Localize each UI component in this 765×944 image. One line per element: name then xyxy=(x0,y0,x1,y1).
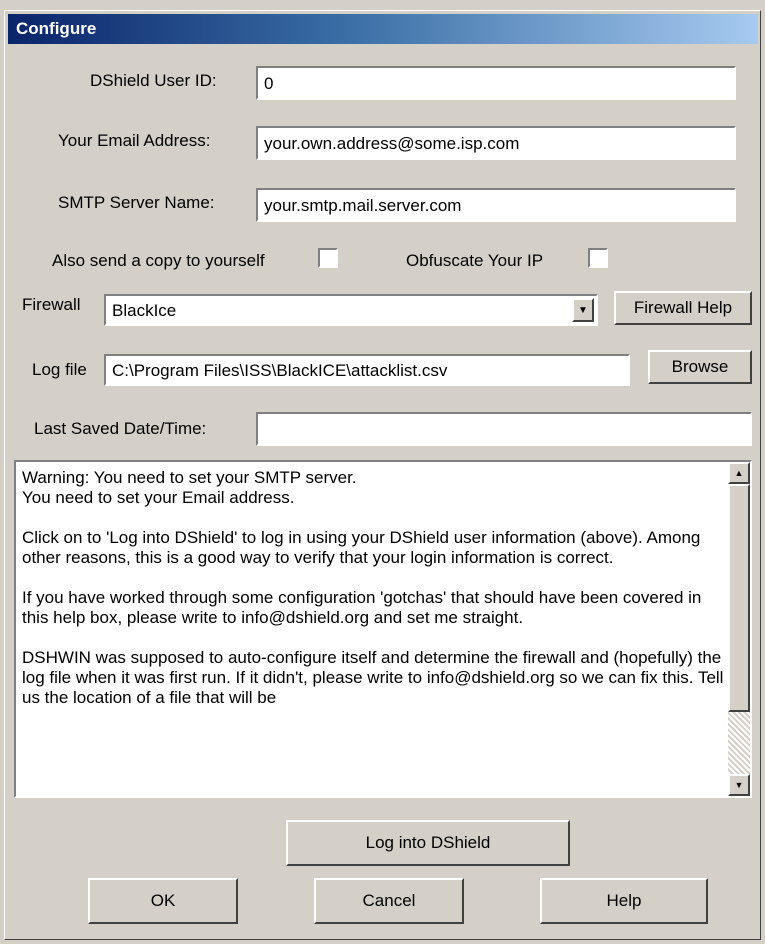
email-input[interactable]: your.own.address@some.isp.com xyxy=(256,126,736,160)
user-id-input[interactable]: 0 xyxy=(256,66,736,100)
window-title: Configure xyxy=(8,14,758,44)
firewall-label: Firewall xyxy=(22,295,81,314)
smtp-input[interactable]: your.smtp.mail.server.com xyxy=(256,188,736,222)
chevron-down-icon[interactable]: ▼ xyxy=(572,298,594,322)
arrow-down-icon[interactable]: ▼ xyxy=(728,774,750,796)
scrollbar-thumb[interactable] xyxy=(728,484,750,712)
info-paragraph: DSHWIN was supposed to auto-configure it… xyxy=(22,648,724,707)
firewall-selected-value: BlackIce xyxy=(112,301,177,320)
last-saved-field xyxy=(256,412,752,446)
cancel-button[interactable]: Cancel xyxy=(314,878,464,924)
logfile-input[interactable]: C:\Program Files\ISS\BlackICE\attacklist… xyxy=(104,354,630,386)
send-copy-checkbox[interactable] xyxy=(318,248,338,268)
browse-button[interactable]: Browse xyxy=(648,350,752,384)
logfile-label: Log file xyxy=(32,360,87,379)
help-button[interactable]: Help xyxy=(540,878,708,924)
user-id-label: DShield User ID: xyxy=(90,71,217,90)
info-paragraph: Click on to 'Log into DShield' to log in… xyxy=(22,528,701,567)
arrow-up-icon[interactable]: ▲ xyxy=(728,462,750,484)
firewall-help-button[interactable]: Firewall Help xyxy=(614,291,752,325)
info-paragraph: Warning: You need to set your SMTP serve… xyxy=(22,468,357,507)
last-saved-label: Last Saved Date/Time: xyxy=(34,419,207,438)
info-text-content: Warning: You need to set your SMTP serve… xyxy=(22,468,724,728)
email-label: Your Email Address: xyxy=(58,131,211,150)
login-dshield-button[interactable]: Log into DShield xyxy=(286,820,570,866)
ok-button[interactable]: OK xyxy=(88,878,238,924)
vertical-scrollbar[interactable]: ▲ ▼ xyxy=(728,462,750,796)
smtp-label: SMTP Server Name: xyxy=(58,193,215,212)
send-copy-label: Also send a copy to yourself xyxy=(52,251,265,270)
obfuscate-label: Obfuscate Your IP xyxy=(406,251,544,270)
info-textarea[interactable]: Warning: You need to set your SMTP serve… xyxy=(14,460,752,798)
firewall-select[interactable]: BlackIce ▼ xyxy=(104,294,598,326)
obfuscate-checkbox[interactable] xyxy=(588,248,608,268)
info-paragraph: If you have worked through some configur… xyxy=(22,588,702,627)
